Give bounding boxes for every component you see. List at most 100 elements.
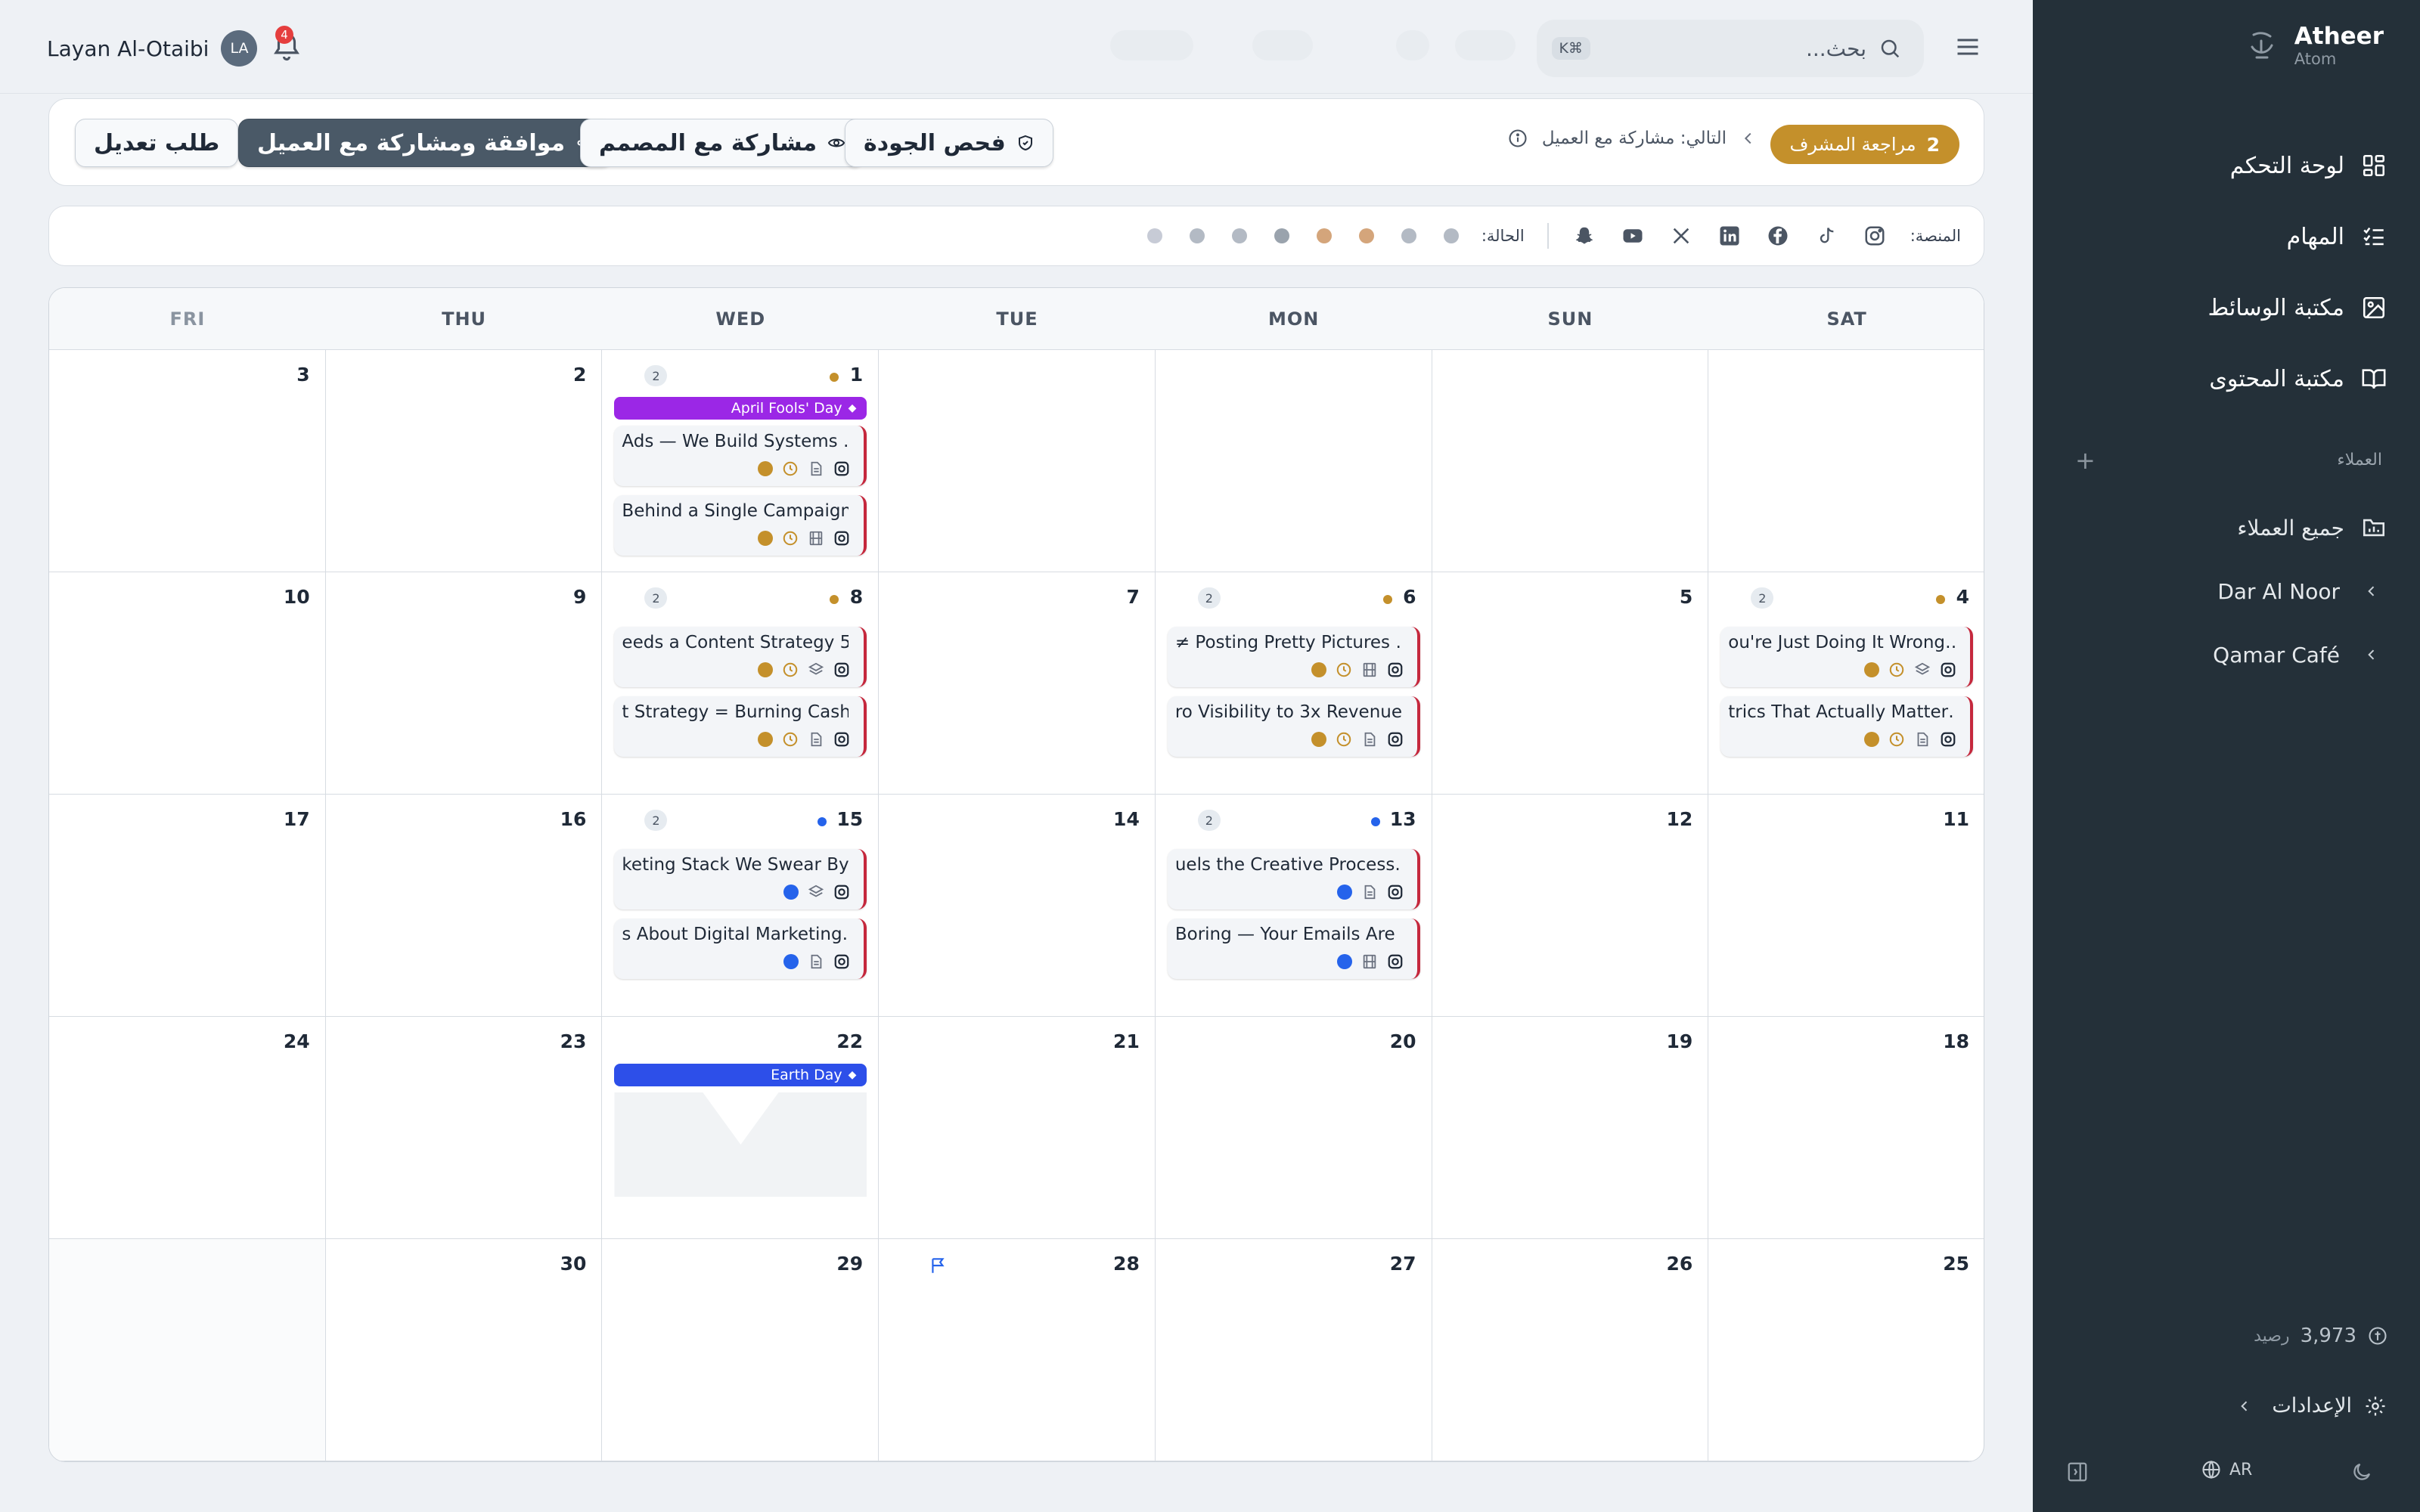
approve-share-client-button[interactable]: موافقة ومشاركة مع العميل — [238, 119, 613, 167]
post-title: ≠ Posting Pretty Pictures … — [1174, 633, 1402, 652]
status-filter-dot[interactable] — [1274, 228, 1289, 243]
calendar-day-cell[interactable]: 3 — [49, 350, 326, 572]
add-client-icon[interactable]: + — [2075, 446, 2096, 475]
calendar-day-cell[interactable]: 9 — [325, 572, 603, 795]
status-filter-dot[interactable] — [1358, 228, 1374, 243]
post-card[interactable]: Ads — We Build Systems … — [614, 426, 867, 486]
post-card[interactable]: uels the Creative Process… — [1167, 849, 1420, 909]
calendar-day-cell[interactable]: 12 — [1432, 795, 1709, 1017]
moon-icon[interactable] — [2350, 1461, 2373, 1483]
calendar-day-cell[interactable]: 21 — [879, 1017, 1156, 1239]
status-filter-dot[interactable] — [1231, 228, 1247, 243]
client-dar-al-noor[interactable]: Dar Al Noor — [2069, 559, 2387, 623]
calendar-day-cell[interactable]: 17 — [49, 795, 326, 1017]
info-icon[interactable] — [1507, 128, 1528, 149]
calendar-day-cell[interactable]: 5 — [1432, 572, 1709, 795]
tiktok-icon[interactable] — [1813, 223, 1839, 249]
brand-subtitle: Atom — [2294, 50, 2337, 68]
empty-day-cell[interactable] — [879, 350, 1156, 572]
nav-media-library[interactable]: مكتبة الوسائط — [2069, 272, 2387, 343]
instagram-icon — [1940, 662, 1956, 678]
client-all[interactable]: جميع العملاء — [2069, 496, 2387, 559]
quality-check-button[interactable]: فحص الجودة — [845, 119, 1053, 167]
day-number: 24 — [283, 1030, 310, 1052]
client-dar-al-noor-label: Dar Al Noor — [2217, 578, 2340, 604]
calendar-day-cell[interactable]: 13 2 uels the Creative Process… Boring — Yo… — [1155, 795, 1432, 1017]
status-filter-dot[interactable] — [1401, 228, 1416, 243]
user-profile[interactable]: Layan Al-Otaibi LA — [47, 30, 258, 67]
instagram-icon[interactable] — [1862, 223, 1888, 249]
calendar-day-cell[interactable]: 6 2 ≠ Posting Pretty Pictures … ro Visibili… — [1155, 572, 1432, 795]
holiday-label: April Fools' Day — [731, 400, 842, 417]
search-bar[interactable]: ⌘K — [1537, 20, 1924, 77]
share-designer-button[interactable]: مشاركة مع المصمم — [580, 119, 865, 167]
calendar-day-cell[interactable]: 18 — [1708, 1017, 1984, 1239]
client-qamar-cafe[interactable]: Qamar Café — [2069, 623, 2387, 686]
menu-button[interactable] — [1954, 33, 1981, 60]
calendar-day-cell[interactable]: 8 2 eeds a Content Strategy 5… t Strategy =… — [602, 572, 880, 795]
calendar-day-cell[interactable]: 26 — [1432, 1239, 1709, 1461]
calendar-day-cell[interactable]: 7 — [879, 572, 1156, 795]
settings-item[interactable]: الإعدادات — [2229, 1394, 2387, 1418]
empty-day-cell[interactable] — [1155, 350, 1432, 572]
snapchat-icon[interactable] — [1571, 223, 1597, 249]
post-status-dot — [818, 817, 827, 826]
nav-content-library[interactable]: مكتبة المحتوى — [2069, 343, 2387, 414]
nav-dashboard[interactable]: لوحة التحكم — [2069, 130, 2387, 201]
post-card[interactable]: trics That Actually Matter… — [1720, 696, 1974, 757]
status-filter-dot[interactable] — [1146, 228, 1162, 243]
post-card[interactable]: t Strategy = Burning Cash… — [614, 696, 867, 757]
calendar-day-cell[interactable]: 11 — [1708, 795, 1984, 1017]
post-title: uels the Creative Process… — [1174, 855, 1402, 875]
day-number: 6 — [1403, 586, 1416, 608]
video-icon — [1361, 953, 1378, 970]
x-twitter-icon[interactable] — [1668, 223, 1694, 249]
calendar-day-cell[interactable]: 15 2 keting Stack We Swear By… s About Digi… — [602, 795, 880, 1017]
language-switch[interactable]: AR — [2201, 1459, 2252, 1480]
post-card[interactable]: eeds a Content Strategy 5… — [614, 627, 867, 687]
request-revision-button[interactable]: طلب تعديل — [75, 119, 239, 167]
calendar-day-cell[interactable]: 29 — [602, 1239, 880, 1461]
calendar-day-cell[interactable]: 25 — [1708, 1239, 1984, 1461]
post-card[interactable]: ou're Just Doing It Wrong… — [1720, 627, 1974, 687]
post-card[interactable]: ro Visibility to 3x Revenue… — [1167, 696, 1420, 757]
post-card[interactable]: Boring — Your Emails Are … — [1167, 919, 1420, 979]
calendar-day-cell[interactable]: 2 — [325, 350, 603, 572]
nav-tasks[interactable]: المهام — [2069, 201, 2387, 272]
empty-day-cell[interactable] — [1432, 350, 1709, 572]
calendar-day-cell[interactable]: 30 — [325, 1239, 603, 1461]
document-icon — [1914, 731, 1931, 748]
linkedin-icon[interactable] — [1717, 223, 1742, 249]
post-card[interactable]: keting Stack We Swear By… — [614, 849, 867, 909]
calendar-day-cell[interactable]: 10 — [49, 572, 326, 795]
calendar-day-cell[interactable]: 19 — [1432, 1017, 1709, 1239]
search-input[interactable] — [1602, 36, 1866, 61]
status-filter-dot[interactable] — [1189, 228, 1205, 243]
calendar-day-cell[interactable]: 20 — [1155, 1017, 1432, 1239]
post-card[interactable]: ≠ Posting Pretty Pictures … — [1167, 627, 1420, 687]
facebook-icon[interactable] — [1765, 223, 1791, 249]
calendar-day-cell[interactable]: 1 2 April Fools' Day ◆ Ads — We Build System… — [602, 350, 880, 572]
calendar-day-cell[interactable]: 28 — [879, 1239, 1156, 1461]
post-status-dot — [758, 531, 774, 546]
header-placeholder — [1455, 30, 1516, 60]
calendar-day-cell[interactable]: 22 Earth Day ◆ — [602, 1017, 880, 1239]
flag-icon[interactable] — [929, 1256, 948, 1275]
stage-number: 2 — [1926, 133, 1940, 156]
empty-day-cell[interactable] — [49, 1239, 326, 1461]
calendar-day-cell[interactable]: 24 — [49, 1017, 326, 1239]
brand[interactable]: Atheer Atom — [2249, 23, 2384, 68]
calendar-day-cell[interactable]: 23 — [325, 1017, 603, 1239]
empty-day-cell[interactable] — [1708, 350, 1984, 572]
post-card[interactable]: Behind a Single Campaign… — [614, 495, 867, 556]
notifications-button[interactable]: 4 — [271, 26, 302, 62]
status-filter-dot[interactable] — [1316, 228, 1332, 243]
calendar-day-cell[interactable]: 4 2 ou're Just Doing It Wrong… trics That A… — [1708, 572, 1984, 795]
collapse-sidebar-icon[interactable] — [2066, 1461, 2089, 1483]
calendar-day-cell[interactable]: 27 — [1155, 1239, 1432, 1461]
youtube-icon[interactable] — [1620, 223, 1646, 249]
status-filter-dot[interactable] — [1443, 228, 1459, 243]
calendar-day-cell[interactable]: 16 — [325, 795, 603, 1017]
calendar-day-cell[interactable]: 14 — [879, 795, 1156, 1017]
post-card[interactable]: s About Digital Marketing… — [614, 919, 867, 979]
